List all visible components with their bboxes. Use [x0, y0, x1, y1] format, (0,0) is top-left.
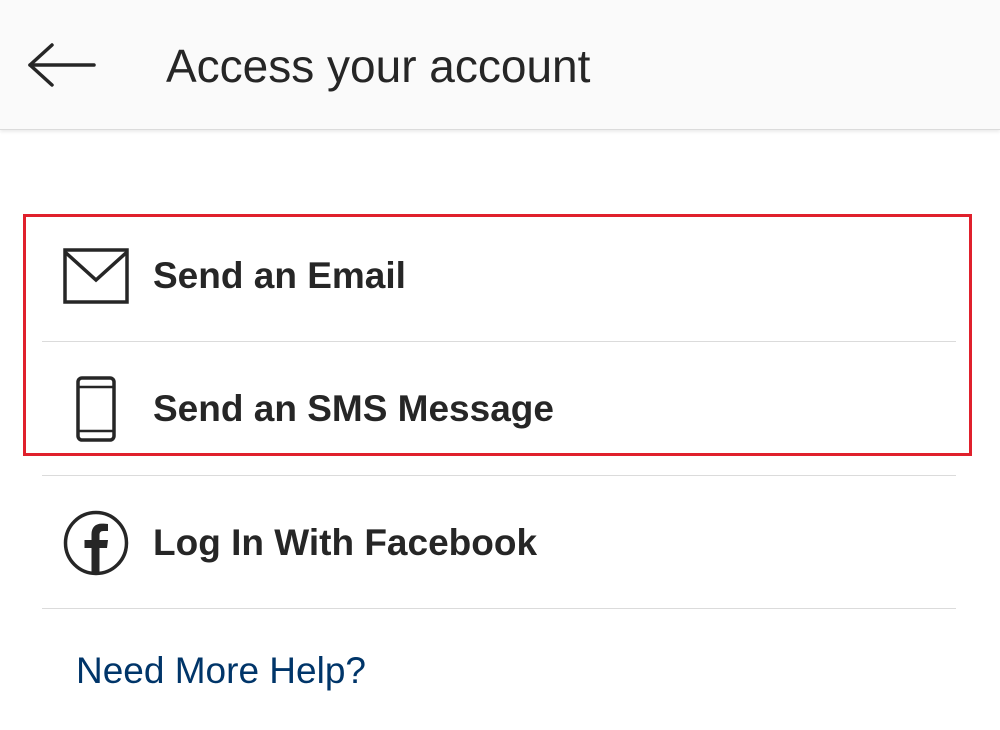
- facebook-icon: [60, 507, 132, 579]
- divider: [42, 341, 956, 342]
- back-button[interactable]: [22, 30, 102, 100]
- send-email-label: Send an Email: [153, 255, 406, 296]
- divider: [42, 475, 956, 476]
- send-sms-label: Send an SMS Message: [153, 388, 554, 429]
- send-sms-option[interactable]: Send an SMS Message: [42, 343, 956, 475]
- envelope-icon: [60, 240, 132, 312]
- send-email-option[interactable]: Send an Email: [42, 210, 956, 342]
- facebook-login-label: Log In With Facebook: [153, 522, 538, 563]
- app-header: Access your account: [0, 0, 1000, 130]
- arrow-left-icon: [28, 43, 96, 87]
- facebook-login-option[interactable]: Log In With Facebook: [42, 477, 956, 609]
- divider: [42, 608, 956, 609]
- page-title: Access your account: [166, 40, 591, 92]
- need-more-help-link[interactable]: Need More Help?: [76, 648, 366, 694]
- phone-icon: [60, 373, 132, 445]
